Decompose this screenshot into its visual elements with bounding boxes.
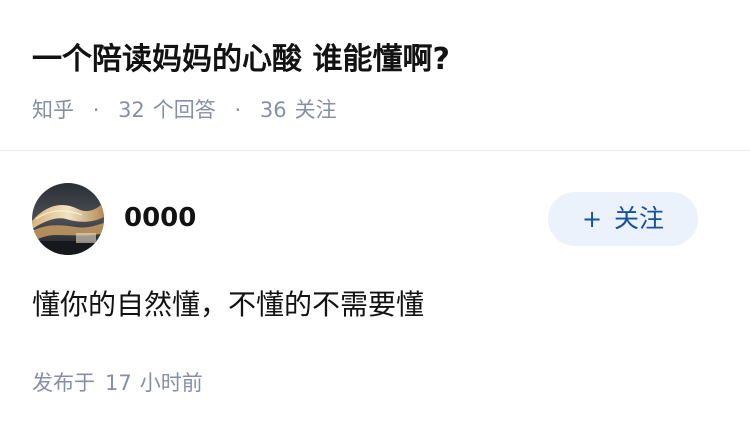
meta-separator: · [92,98,100,122]
avatar-photo-icon [32,183,104,255]
meta-separator: · [234,98,242,122]
follow-button[interactable]: + 关注 [548,192,698,246]
answer-content[interactable]: 懂你的自然懂，不懂的不需要懂 [32,283,718,327]
followers-count: 36 [259,98,287,122]
question-meta: 知乎 · 32 个回答 · 36 关注 [32,94,718,126]
published-count: 17 [105,371,132,395]
followers-label: 关注 [294,98,337,122]
author-name[interactable]: 0000 [124,200,196,236]
author-row: 0000 + 关注 [32,183,698,256]
source-label[interactable]: 知乎 [32,98,74,122]
answers-count: 32 [118,98,145,122]
question-title[interactable]: 一个陪读妈妈的心酸 谁能懂啊? [32,36,718,84]
answers-label: 个回答 [152,98,216,122]
question-header: 一个陪读妈妈的心酸 谁能懂啊? 知乎 · 32 个回答 · 36 关注 [32,36,718,126]
follow-label: 关注 [614,204,665,233]
plus-icon: + [581,205,603,233]
avatar[interactable] [32,183,104,255]
section-divider [0,150,750,151]
answer-publish-time: 发布于 17 小时前 [32,367,203,399]
published-label: 发布于 [32,371,95,395]
published-unit: 小时前 [139,371,203,395]
